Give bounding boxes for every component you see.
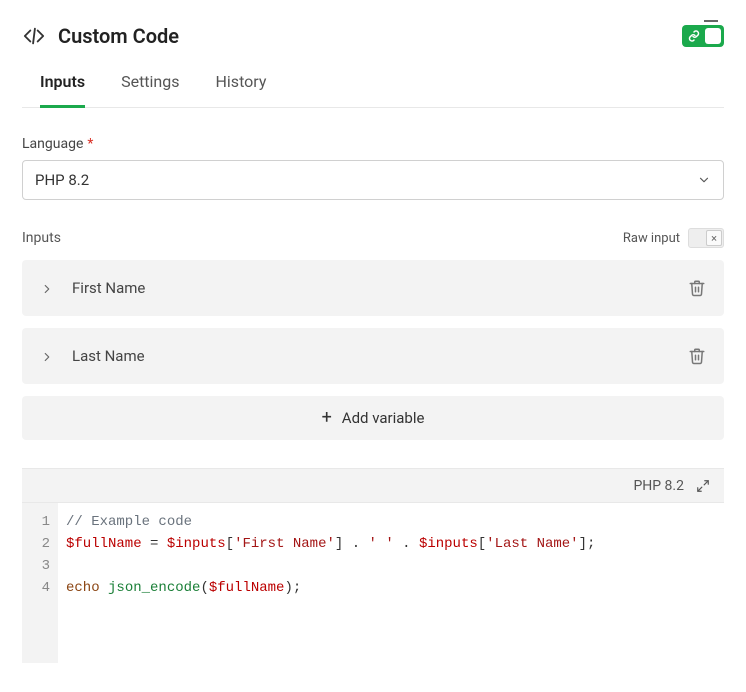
delete-variable-button[interactable] xyxy=(688,279,706,297)
chevron-down-icon xyxy=(697,173,711,187)
editor-language-badge: PHP 8.2 xyxy=(633,478,684,494)
raw-input-label: Raw input xyxy=(623,231,680,246)
tab-inputs[interactable]: Inputs xyxy=(40,72,85,108)
required-marker: * xyxy=(87,136,93,152)
line-number: 4 xyxy=(36,577,50,599)
input-variable-item[interactable]: Last Name xyxy=(22,328,724,384)
chevron-right-icon xyxy=(40,349,54,363)
language-label: Language * xyxy=(22,136,724,152)
link-icon xyxy=(686,28,702,44)
toggle-knob xyxy=(705,28,721,44)
code-content[interactable]: // Example code $fullName = $inputs['Fir… xyxy=(58,503,605,663)
add-variable-label: Add variable xyxy=(342,409,425,427)
variable-name: Last Name xyxy=(72,347,670,365)
code-editor: PHP 8.2 1 2 3 4 // Example code $fullNam… xyxy=(22,468,724,663)
enabled-toggle[interactable] xyxy=(682,25,724,47)
line-number: 2 xyxy=(36,533,50,555)
code-editor-body[interactable]: 1 2 3 4 // Example code $fullName = $inp… xyxy=(22,503,724,663)
variable-name: First Name xyxy=(72,279,670,297)
plus-icon: + xyxy=(322,409,332,427)
raw-toggle-knob: × xyxy=(706,230,722,246)
raw-input-toggle[interactable]: × xyxy=(688,228,724,248)
line-number: 1 xyxy=(36,511,50,533)
minimize-icon[interactable] xyxy=(704,20,718,22)
code-icon xyxy=(22,24,46,48)
chevron-right-icon xyxy=(40,281,54,295)
panel-header: Custom Code xyxy=(22,24,724,48)
close-icon: × xyxy=(711,232,717,245)
language-label-text: Language xyxy=(22,136,83,152)
language-select[interactable]: PHP 8.2 xyxy=(22,160,724,200)
language-value: PHP 8.2 xyxy=(35,171,89,189)
tab-history[interactable]: History xyxy=(216,72,267,108)
delete-variable-button[interactable] xyxy=(688,347,706,365)
expand-icon[interactable] xyxy=(696,479,710,493)
line-gutter: 1 2 3 4 xyxy=(22,503,58,663)
page-title: Custom Code xyxy=(58,24,179,48)
tab-settings[interactable]: Settings xyxy=(121,72,179,108)
inputs-section-label: Inputs xyxy=(22,230,61,246)
input-variable-item[interactable]: First Name xyxy=(22,260,724,316)
line-number: 3 xyxy=(36,555,50,577)
add-variable-button[interactable]: + Add variable xyxy=(22,396,724,440)
tabs: Inputs Settings History xyxy=(22,72,724,108)
